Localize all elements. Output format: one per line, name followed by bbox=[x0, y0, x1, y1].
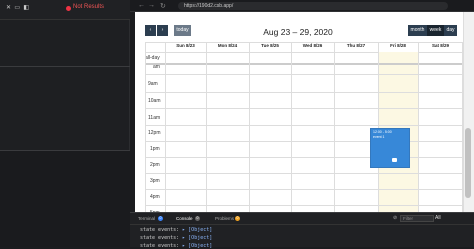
console-value[interactable]: ▸ [Object] bbox=[182, 243, 212, 249]
time-label: 4pm bbox=[150, 194, 160, 200]
console-key: state events: bbox=[140, 243, 180, 249]
grid-vline bbox=[206, 42, 207, 217]
hour-line bbox=[145, 189, 463, 190]
hour-line bbox=[145, 108, 463, 109]
grid-vline bbox=[165, 42, 166, 217]
back-arrow-icon[interactable]: ← bbox=[138, 2, 145, 9]
grid-vline bbox=[291, 42, 292, 217]
tab-problems[interactable]: Problems bbox=[215, 216, 234, 221]
console-key: state events: bbox=[140, 227, 180, 233]
editor-tab-icons[interactable]: ✕ ▭ ◧ bbox=[6, 4, 29, 11]
today-button[interactable]: today bbox=[174, 25, 191, 36]
col-header-fri: Fri 8/28 bbox=[390, 43, 406, 48]
devtools-divider bbox=[130, 224, 474, 225]
panel-divider-lower bbox=[0, 150, 130, 151]
scrollbar-thumb[interactable] bbox=[465, 128, 471, 198]
grid-vline bbox=[249, 42, 250, 217]
col-header-sat: Sat 8/29 bbox=[431, 43, 449, 48]
error-dot-icon bbox=[66, 6, 71, 11]
hour-line bbox=[145, 74, 463, 75]
forward-arrow-icon[interactable]: → bbox=[148, 2, 155, 9]
hour-line bbox=[145, 157, 463, 158]
left-panel: ✕ ▭ ◧ Not Results bbox=[0, 0, 130, 247]
refresh-icon[interactable]: ↻ bbox=[160, 2, 166, 10]
left-panel-lower bbox=[0, 150, 130, 247]
day-view-button[interactable]: day bbox=[444, 25, 457, 36]
next-button[interactable]: › bbox=[157, 25, 168, 36]
week-view-button[interactable]: week bbox=[427, 25, 444, 36]
col-header-sun: Sun 8/23 bbox=[176, 43, 195, 48]
grid-vline bbox=[334, 42, 335, 217]
time-label: 2pm bbox=[150, 162, 160, 168]
allday-label: all-day bbox=[145, 55, 160, 61]
calendar-event[interactable]: 12:00 - 5:00 event 1 bbox=[370, 128, 410, 168]
col-header-wed: Wed 8/26 bbox=[302, 43, 323, 48]
console-line: state events: ▸ [Object] bbox=[140, 243, 212, 249]
console-badge: 0 bbox=[195, 216, 200, 221]
col-header-mon: Mon 8/24 bbox=[217, 43, 238, 48]
prev-button[interactable]: ‹ bbox=[145, 25, 156, 36]
terminal-badge: 0 bbox=[158, 216, 163, 221]
grid-vline bbox=[145, 42, 146, 217]
console-value[interactable]: ▸ [Object] bbox=[182, 235, 212, 241]
tab-console[interactable]: Console bbox=[176, 216, 193, 221]
hour-line bbox=[145, 92, 463, 93]
calendar-title: Aug 23 – 29, 2020 bbox=[263, 27, 333, 37]
time-label-fragment: am bbox=[153, 64, 160, 70]
url-bar: ← → ↻ https://190d2.csb.app/ bbox=[130, 0, 474, 12]
url-input[interactable]: https://190d2.csb.app/ bbox=[178, 2, 448, 10]
time-label: 11am bbox=[148, 115, 161, 121]
console-key: state events: bbox=[140, 235, 180, 241]
time-label: 9am bbox=[148, 81, 158, 87]
console-line: state events: ▸ [Object] bbox=[140, 227, 212, 233]
hour-line bbox=[145, 125, 463, 126]
log-level-select[interactable]: All bbox=[435, 215, 441, 221]
time-label: 12pm bbox=[148, 130, 161, 136]
problems-badge: 0 bbox=[235, 216, 240, 221]
col-header-tue: Tue 8/25 bbox=[261, 43, 279, 48]
time-label: 1pm bbox=[150, 146, 160, 152]
hour-line bbox=[145, 173, 463, 174]
event-cursor-icon bbox=[392, 158, 397, 162]
time-label: 10am bbox=[148, 98, 161, 104]
filter-input[interactable]: Filter bbox=[400, 215, 434, 222]
hour-line bbox=[145, 141, 463, 142]
col-header-thu: Thu 8/27 bbox=[346, 43, 366, 48]
grid-vline bbox=[418, 42, 419, 217]
month-view-button[interactable]: month bbox=[408, 25, 427, 36]
hour-line bbox=[145, 205, 463, 206]
tab-terminal[interactable]: Terminal bbox=[138, 216, 155, 221]
devtools-panel: Terminal 0 Console 0 Problems 0 ⊘ Filter… bbox=[130, 212, 474, 249]
console-line: state events: ▸ [Object] bbox=[140, 235, 212, 241]
allday-divider bbox=[145, 63, 463, 65]
console-value[interactable]: ▸ [Object] bbox=[182, 227, 212, 233]
event-title: event 1 bbox=[373, 135, 385, 139]
grid-vline bbox=[462, 42, 463, 217]
panel-divider bbox=[0, 66, 130, 67]
time-label: 3pm bbox=[150, 178, 160, 184]
calendar: ‹ › today Aug 23 – 29, 2020 month week d… bbox=[135, 12, 463, 217]
results-tab[interactable]: Not Results bbox=[73, 4, 104, 10]
clear-console-icon[interactable]: ⊘ bbox=[393, 215, 397, 221]
